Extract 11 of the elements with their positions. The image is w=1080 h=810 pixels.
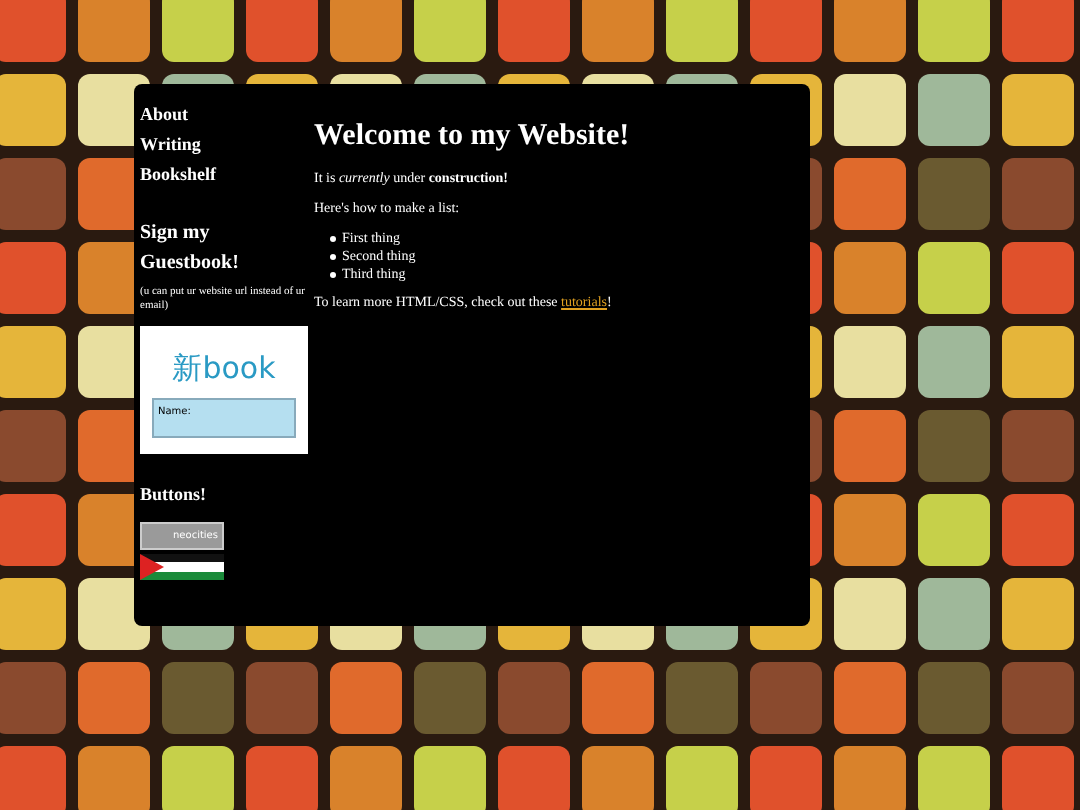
nav-link[interactable]: Writing xyxy=(140,134,310,156)
guestbook-heading: Sign my Guestbook! xyxy=(140,220,241,278)
nav-link[interactable]: Bookshelf xyxy=(140,164,310,186)
buttons-heading: Buttons! xyxy=(140,482,209,508)
bullet-icon xyxy=(330,272,336,278)
flag-badge-icon[interactable] xyxy=(140,553,224,579)
page-title: Welcome to my Website! xyxy=(314,118,632,154)
bullet-icon xyxy=(330,254,336,260)
guestbook-logo: 新book xyxy=(172,350,276,386)
nav-link[interactable]: About xyxy=(140,104,310,126)
bullet-icon xyxy=(330,236,336,242)
